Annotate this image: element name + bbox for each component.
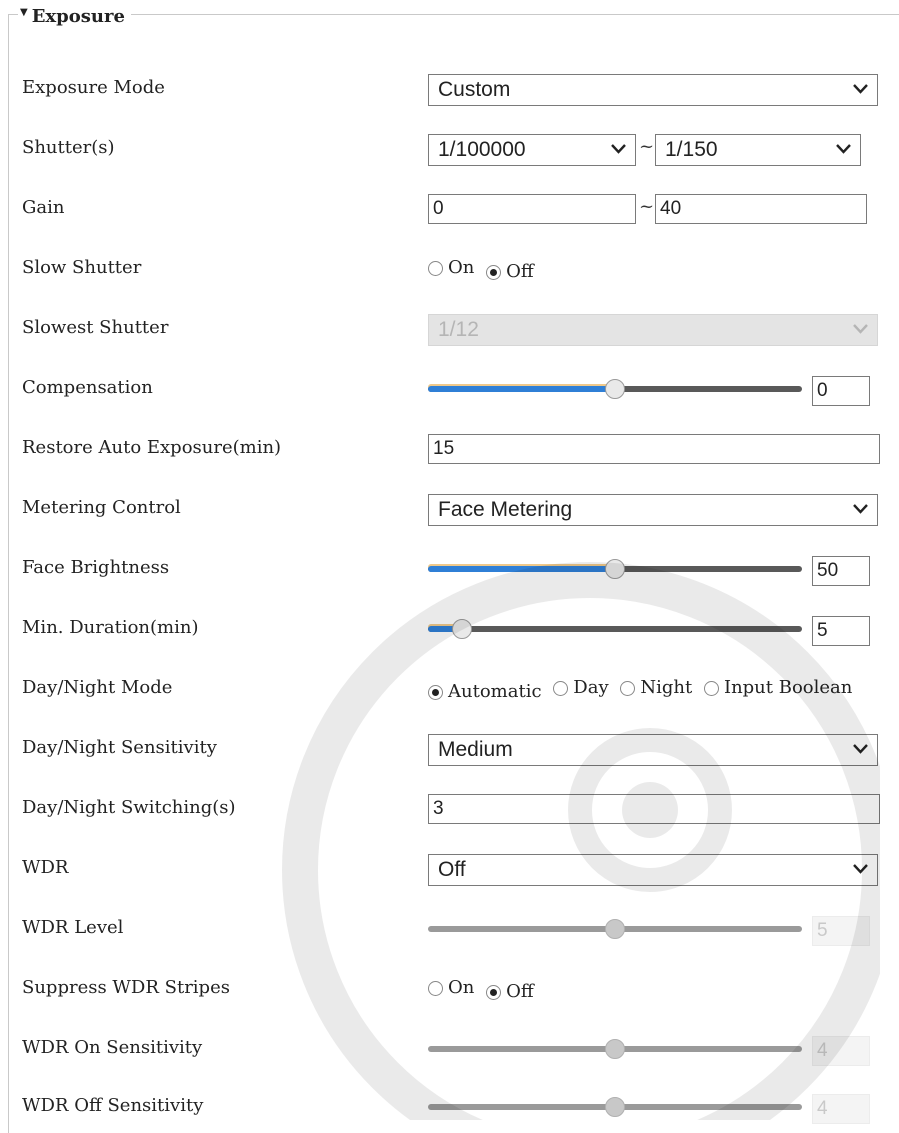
slowest-shutter-label: Slowest Shutter (22, 317, 169, 338)
day-night-night-radio[interactable]: Night (620, 666, 692, 710)
range-separator: ~ (639, 136, 655, 157)
section-header[interactable]: ▼ Exposure (18, 6, 131, 27)
min-duration-value-input[interactable]: 5 (812, 616, 870, 646)
slider-fill (428, 566, 615, 572)
slider-thumb[interactable] (605, 1097, 625, 1117)
row-day-night-sensitivity: Day/Night Sensitivity Medium (0, 726, 899, 770)
face-brightness-label: Face Brightness (22, 557, 170, 578)
slider-thumb[interactable] (605, 379, 625, 399)
day-night-sensitivity-label: Day/Night Sensitivity (22, 737, 217, 758)
row-restore-auto-exposure: Restore Auto Exposure(min) 15 (0, 426, 899, 470)
row-day-night-mode: Day/Night Mode Automatic Day Night Input… (0, 666, 899, 710)
wdr-value: Off (438, 858, 466, 881)
wdr-select[interactable]: Off (428, 854, 878, 886)
slider-thumb[interactable] (605, 919, 625, 939)
wdr-level-label: WDR Level (22, 917, 124, 938)
day-night-switching-label: Day/Night Switching(s) (22, 797, 236, 818)
day-night-automatic-radio[interactable]: Automatic (428, 670, 542, 714)
exposure-mode-select[interactable]: Custom (428, 74, 878, 106)
day-night-input-boolean-radio[interactable]: Input Boolean (703, 666, 852, 710)
wdr-on-sensitivity-slider[interactable] (428, 1026, 808, 1070)
suppress-wdr-on-radio[interactable]: On (428, 966, 474, 1010)
suppress-wdr-stripes-radio-group: On Off (428, 966, 540, 1014)
restore-auto-exposure-label: Restore Auto Exposure(min) (22, 437, 282, 458)
slow-shutter-off-radio[interactable]: Off (486, 250, 534, 294)
row-gain: Gain 0 ~ 40 (0, 186, 899, 230)
row-slow-shutter: Slow Shutter On Off (0, 246, 899, 290)
chevron-down-icon (852, 503, 869, 515)
range-separator: ~ (639, 196, 655, 217)
wdr-on-sensitivity-value-input[interactable]: 4 (812, 1036, 870, 1066)
slider-thumb[interactable] (605, 559, 625, 579)
wdr-off-sensitivity-label: WDR Off Sensitivity (22, 1095, 204, 1116)
shutter-label: Shutter(s) (22, 137, 115, 158)
section-title: Exposure (31, 6, 125, 27)
wdr-label: WDR (22, 857, 69, 878)
exposure-mode-label: Exposure Mode (22, 77, 165, 98)
slowest-shutter-value: 1/12 (438, 318, 479, 341)
wdr-off-sensitivity-slider[interactable] (428, 1084, 808, 1128)
shutter-min-select[interactable]: 1/100000 (428, 134, 636, 166)
row-wdr-off-sensitivity: WDR Off Sensitivity 4 (0, 1084, 899, 1128)
wdr-off-sensitivity-value-input[interactable]: 4 (812, 1094, 870, 1124)
shutter-max-select[interactable]: 1/150 (655, 134, 861, 166)
gain-label: Gain (22, 197, 65, 218)
chevron-down-icon (835, 143, 852, 155)
compensation-label: Compensation (22, 377, 153, 398)
row-wdr: WDR Off (0, 846, 899, 890)
slider-track (428, 626, 802, 632)
exposure-mode-value: Custom (438, 78, 511, 101)
chevron-down-icon (852, 863, 869, 875)
suppress-wdr-off-radio[interactable]: Off (486, 970, 534, 1014)
chevron-down-icon (852, 323, 869, 335)
gain-max-input[interactable]: 40 (655, 194, 867, 224)
shutter-min-value: 1/100000 (438, 138, 526, 161)
face-brightness-slider[interactable] (428, 546, 808, 590)
slowest-shutter-select[interactable]: 1/12 (428, 314, 878, 346)
chevron-down-icon (852, 83, 869, 95)
metering-control-label: Metering Control (22, 497, 181, 518)
day-night-day-radio[interactable]: Day (553, 666, 609, 710)
chevron-down-icon (852, 743, 869, 755)
row-wdr-level: WDR Level 5 (0, 906, 899, 950)
slider-fill (428, 386, 615, 392)
chevron-down-icon (610, 143, 627, 155)
collapse-arrow-icon[interactable]: ▼ (20, 7, 28, 18)
row-metering-control: Metering Control Face Metering (0, 486, 899, 530)
slow-shutter-radio-group: On Off (428, 246, 540, 294)
row-exposure-mode: Exposure Mode Custom (0, 66, 899, 110)
row-slowest-shutter: Slowest Shutter 1/12 (0, 306, 899, 350)
day-night-mode-radio-group: Automatic Day Night Input Boolean (428, 666, 858, 714)
row-suppress-wdr-stripes: Suppress WDR Stripes On Off (0, 966, 899, 1010)
min-duration-slider[interactable] (428, 606, 808, 650)
wdr-on-sensitivity-label: WDR On Sensitivity (22, 1037, 203, 1058)
row-day-night-switching: Day/Night Switching(s) 3 (0, 786, 899, 830)
min-duration-label: Min. Duration(min) (22, 617, 199, 638)
face-brightness-value-input[interactable]: 50 (812, 556, 870, 586)
row-wdr-on-sensitivity: WDR On Sensitivity 4 (0, 1026, 899, 1070)
row-compensation: Compensation 0 (0, 366, 899, 410)
day-night-sensitivity-select[interactable]: Medium (428, 734, 878, 766)
day-night-sensitivity-value: Medium (438, 738, 513, 761)
slow-shutter-label: Slow Shutter (22, 257, 142, 278)
day-night-mode-label: Day/Night Mode (22, 677, 173, 698)
suppress-wdr-stripes-label: Suppress WDR Stripes (22, 977, 230, 998)
gain-min-input[interactable]: 0 (428, 194, 636, 224)
slow-shutter-on-radio[interactable]: On (428, 246, 474, 290)
metering-control-value: Face Metering (438, 498, 573, 521)
compensation-value-input[interactable]: 0 (812, 376, 870, 406)
slider-thumb[interactable] (605, 1039, 625, 1059)
slider-thumb[interactable] (452, 619, 472, 639)
row-face-brightness: Face Brightness 50 (0, 546, 899, 590)
metering-control-select[interactable]: Face Metering (428, 494, 878, 526)
restore-auto-exposure-input[interactable]: 15 (428, 434, 880, 464)
row-shutter: Shutter(s) 1/100000 ~ 1/150 (0, 126, 899, 170)
day-night-switching-input[interactable]: 3 (428, 794, 880, 824)
compensation-slider[interactable] (428, 366, 808, 410)
shutter-max-value: 1/150 (665, 138, 718, 161)
wdr-level-slider[interactable] (428, 906, 808, 950)
row-min-duration: Min. Duration(min) 5 (0, 606, 899, 650)
wdr-level-value-input[interactable]: 5 (812, 916, 870, 946)
